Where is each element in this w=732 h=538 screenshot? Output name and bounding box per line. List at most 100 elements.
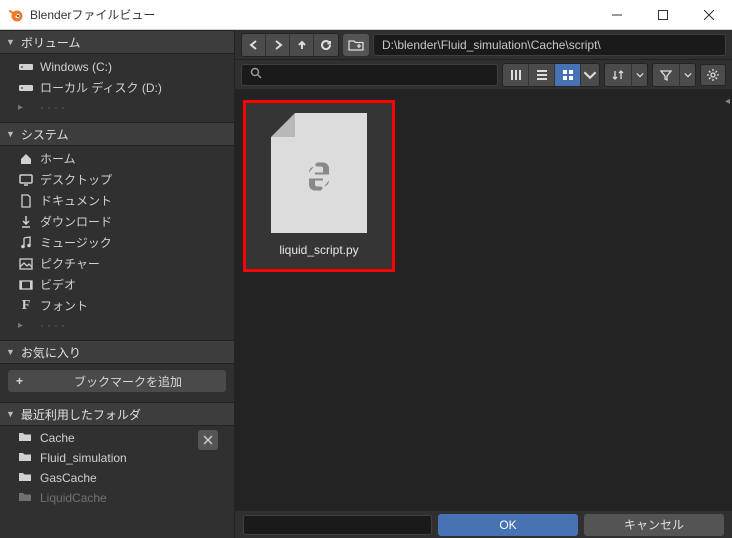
search-icon	[250, 67, 262, 82]
sidebar-item-recent[interactable]: GasCache	[0, 468, 234, 488]
sort-button[interactable]	[605, 64, 631, 86]
chevron-down-icon: ▼	[6, 129, 15, 139]
sidebar-item-desktop[interactable]: デスクトップ	[0, 169, 234, 190]
file-item[interactable]: liquid_script.py	[243, 100, 395, 272]
maximize-button[interactable]	[640, 0, 686, 30]
sort-dropdown-button[interactable]	[631, 64, 647, 86]
drive-icon	[18, 83, 34, 93]
toolbar-view	[235, 60, 732, 90]
font-icon: F	[18, 298, 34, 314]
content-area: D:\blender\Fluid_simulation\Cache\script…	[235, 30, 732, 538]
sidebar-item-recent[interactable]: LiquidCache	[0, 488, 234, 508]
sidebar-item-downloads[interactable]: ダウンロード	[0, 211, 234, 232]
view-dropdown-button[interactable]	[581, 64, 599, 86]
sidebar-item-label: LiquidCache	[40, 491, 107, 505]
close-button[interactable]	[686, 0, 732, 30]
video-icon	[18, 279, 34, 291]
sidebar-item-label: ピクチャー	[40, 255, 100, 272]
filename-field[interactable]	[243, 515, 432, 535]
cancel-label: キャンセル	[624, 516, 684, 533]
file-thumbnail	[271, 113, 367, 233]
panel-title: システム	[21, 126, 69, 143]
sidebar-item-videos[interactable]: ビデオ	[0, 274, 234, 295]
panel-title: お気に入り	[21, 344, 81, 361]
panel-title: 最近利用したフォルダ	[21, 406, 141, 423]
sidebar-item-label: ダウンロード	[40, 213, 112, 230]
music-icon	[18, 236, 34, 250]
sidebar-item-label: ローカル ディスク (D:)	[40, 79, 162, 96]
sidebar-item-label: デスクトップ	[40, 171, 112, 188]
search-field[interactable]	[241, 64, 498, 86]
refresh-button[interactable]	[314, 34, 338, 56]
sidebar-item-pictures[interactable]: ピクチャー	[0, 253, 234, 274]
picture-icon	[18, 258, 34, 270]
filter-dropdown-button[interactable]	[679, 64, 695, 86]
download-icon	[18, 215, 34, 229]
minimize-button[interactable]	[594, 0, 640, 30]
sidebar-overflow[interactable]: ▸····	[0, 316, 234, 334]
ok-button[interactable]: OK	[438, 514, 578, 536]
new-folder-button[interactable]	[343, 34, 369, 56]
sidebar-item-documents[interactable]: ドキュメント	[0, 190, 234, 211]
home-icon	[18, 152, 34, 166]
document-icon	[18, 194, 34, 208]
sidebar-item-volume[interactable]: ローカル ディスク (D:)	[0, 77, 234, 98]
sidebar-item-volume[interactable]: Windows (C:)	[0, 56, 234, 77]
collapse-caret-icon[interactable]: ◂	[725, 96, 730, 107]
sidebar-item-label: ホーム	[40, 150, 76, 167]
folder-icon	[18, 431, 34, 445]
sidebar-item-label: ビデオ	[40, 276, 76, 293]
settings-button[interactable]	[700, 64, 726, 86]
sidebar-item-label: ミュージック	[40, 234, 112, 251]
view-list-horizontal-button[interactable]	[529, 64, 555, 86]
add-bookmark-button[interactable]: + ブックマークを追加	[8, 370, 226, 392]
sidebar-item-label: Cache	[40, 431, 75, 445]
back-button[interactable]	[242, 34, 266, 56]
recent-remove-button[interactable]	[198, 430, 218, 450]
sidebar-item-label: Fluid_simulation	[40, 451, 127, 465]
sidebar-item-label: ドキュメント	[40, 192, 112, 209]
sidebar-overflow[interactable]: ▸····	[0, 98, 234, 116]
folder-icon	[18, 471, 34, 485]
sidebar-item-home[interactable]: ホーム	[0, 148, 234, 169]
blender-logo-icon	[8, 7, 24, 23]
forward-button[interactable]	[266, 34, 290, 56]
view-thumbnails-button[interactable]	[555, 64, 581, 86]
sidebar-item-fonts[interactable]: F フォント	[0, 295, 234, 316]
plus-icon: +	[16, 374, 30, 388]
folder-icon	[18, 451, 34, 465]
cancel-button[interactable]: キャンセル	[584, 514, 724, 536]
folder-icon	[18, 491, 34, 505]
file-name-label: liquid_script.py	[279, 243, 358, 257]
panel-header-favorites[interactable]: ▼ お気に入り	[0, 340, 234, 364]
panel-header-recent[interactable]: ▼ 最近利用したフォルダ	[0, 402, 234, 426]
panel-header-system[interactable]: ▼ システム	[0, 122, 234, 146]
python-icon	[299, 156, 339, 199]
path-text: D:\blender\Fluid_simulation\Cache\script…	[382, 38, 601, 52]
caret-right-icon: ▸	[18, 320, 34, 331]
panel-header-volumes[interactable]: ▼ ボリューム	[0, 30, 234, 54]
path-field[interactable]: D:\blender\Fluid_simulation\Cache\script…	[373, 34, 726, 56]
toolbar-nav: D:\blender\Fluid_simulation\Cache\script…	[235, 30, 732, 60]
up-button[interactable]	[290, 34, 314, 56]
file-area[interactable]: ◂ liquid_script.py	[235, 90, 732, 510]
desktop-icon	[18, 174, 34, 186]
add-bookmark-label: ブックマークを追加	[38, 373, 218, 390]
chevron-down-icon: ▼	[6, 409, 15, 419]
view-list-vertical-button[interactable]	[503, 64, 529, 86]
chevron-down-icon: ▼	[6, 347, 15, 357]
ok-label: OK	[499, 518, 516, 532]
titlebar: Blenderファイルビュー	[0, 0, 732, 30]
sidebar-item-recent[interactable]: Fluid_simulation	[0, 448, 234, 468]
sidebar-item-music[interactable]: ミュージック	[0, 232, 234, 253]
caret-right-icon: ▸	[18, 102, 34, 113]
window-title: Blenderファイルビュー	[30, 6, 155, 23]
panel-title: ボリューム	[21, 34, 81, 51]
sidebar-item-label: フォント	[40, 297, 88, 314]
footer: OK キャンセル	[235, 510, 732, 538]
sidebar: ▼ ボリューム Windows (C:) ローカル ディスク (D:) ▸···…	[0, 30, 235, 538]
filter-button[interactable]	[653, 64, 679, 86]
chevron-down-icon: ▼	[6, 37, 15, 47]
sidebar-item-label: GasCache	[40, 471, 97, 485]
drive-icon	[18, 62, 34, 72]
